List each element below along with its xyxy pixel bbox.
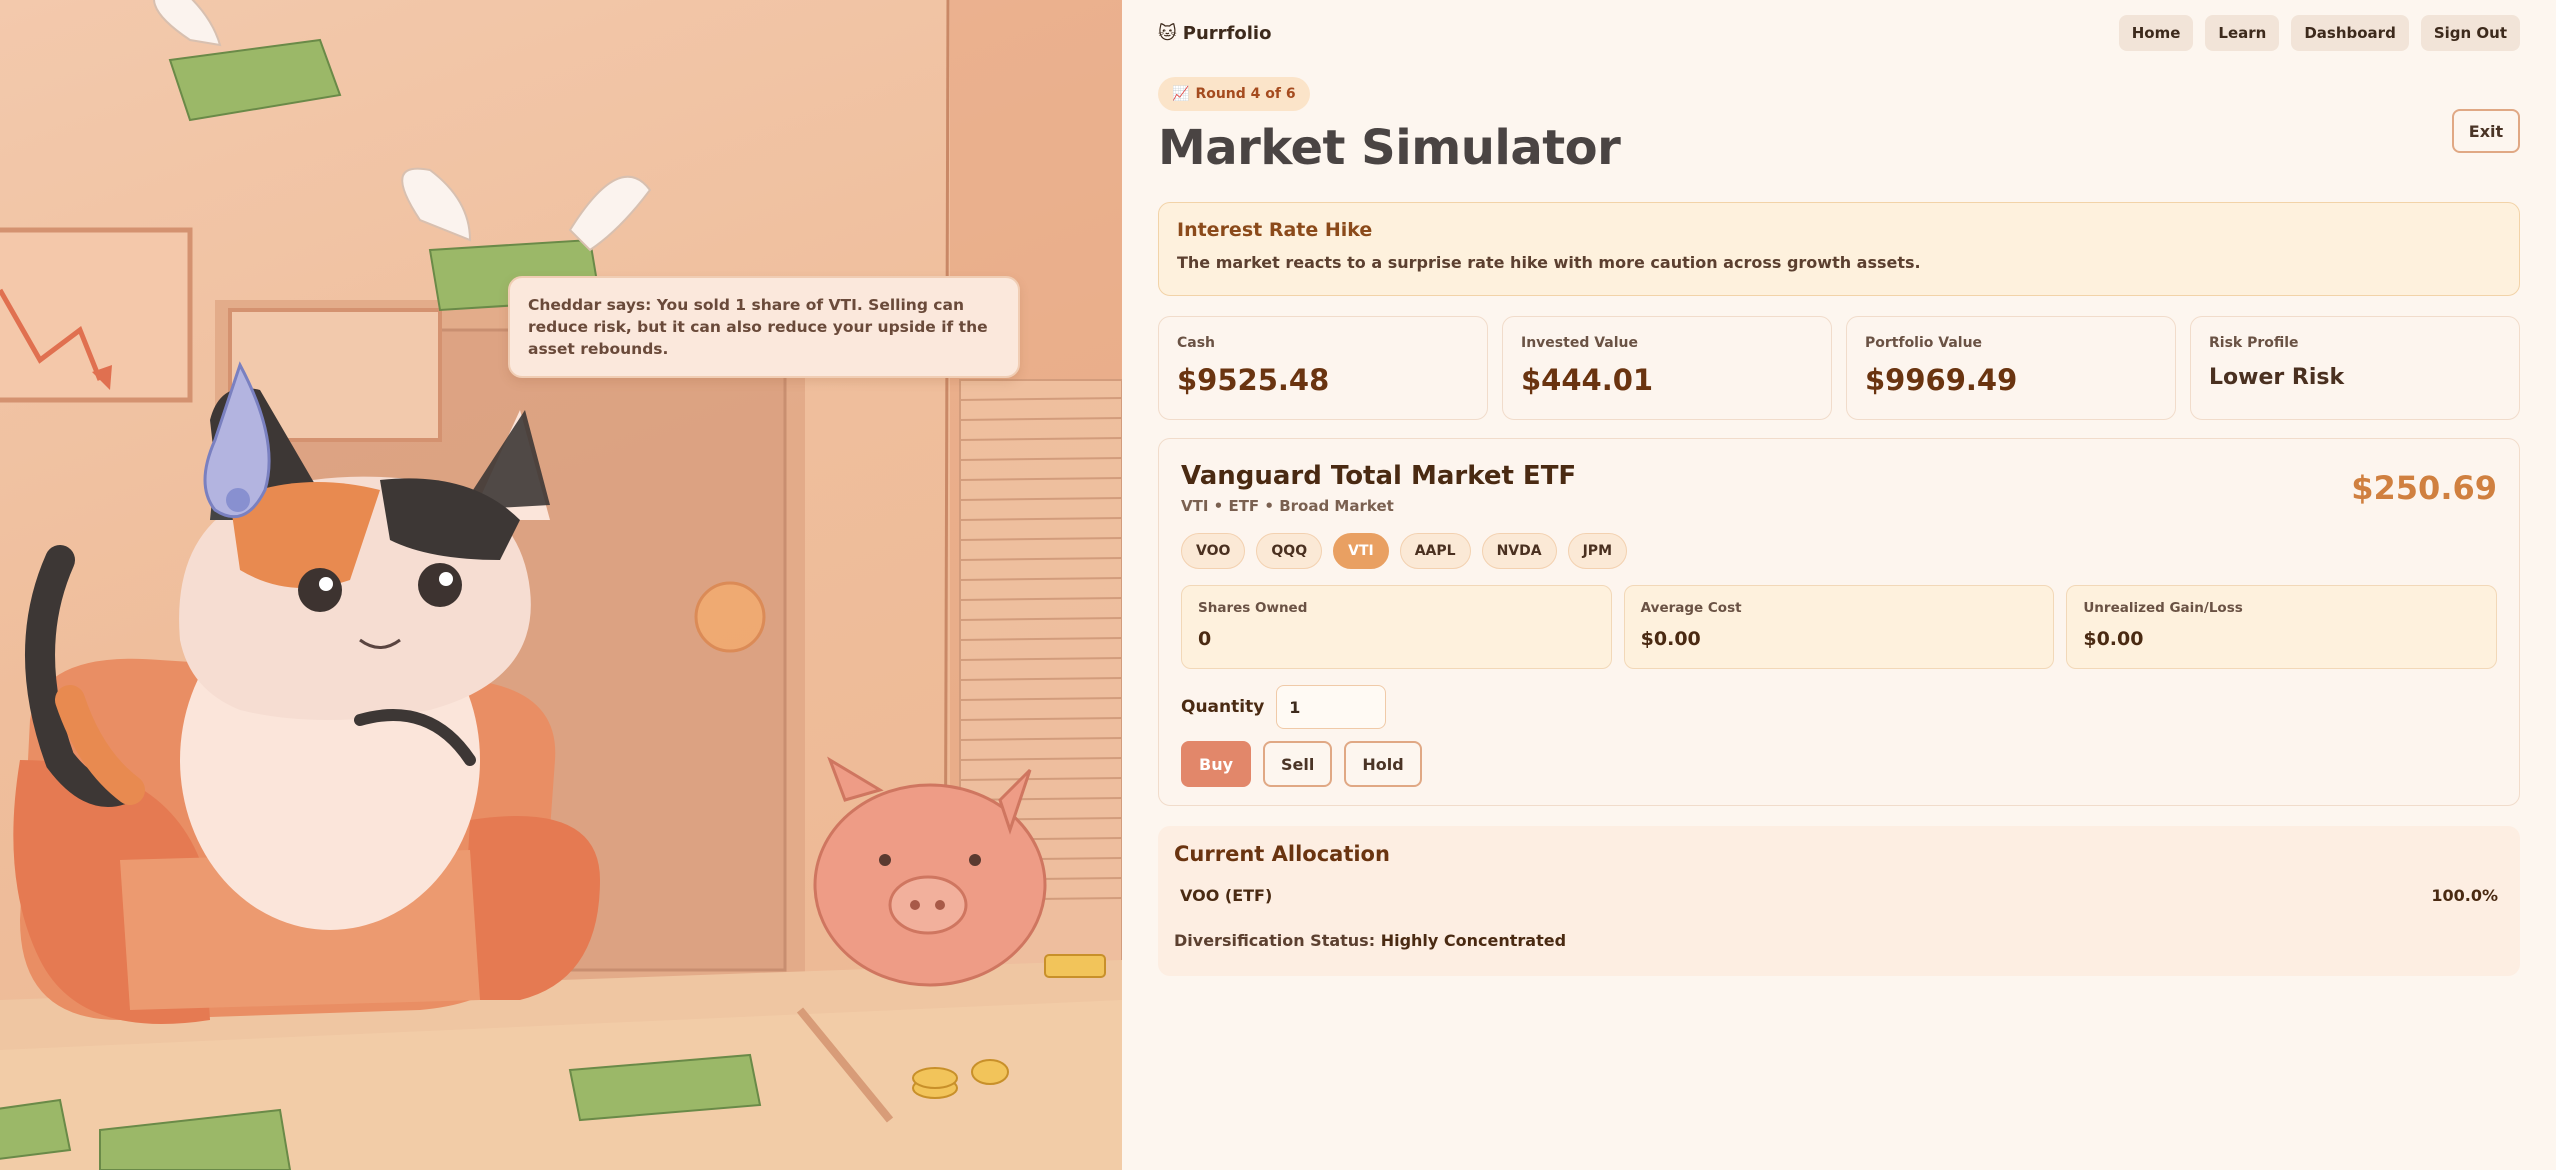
stat-portfolio-value: Portfolio Value $9969.49 <box>1846 316 2176 420</box>
asset-name: Vanguard Total Market ETF <box>1181 461 1577 491</box>
stat-label: Portfolio Value <box>1865 335 1983 351</box>
average-cost-box: Average Cost $0.00 <box>1623 585 2055 669</box>
shares-owned-box: Shares Owned 0 <box>1181 585 1612 669</box>
diversification-value: Highly Concentrated <box>1380 931 1567 950</box>
ticker-qqq[interactable]: QQQ <box>1256 533 1323 569</box>
allocation-asset: VOO (ETF) <box>1180 886 1273 905</box>
ticker-voo[interactable]: VOO <box>1181 533 1246 569</box>
holding-label: Average Cost <box>1640 600 1742 616</box>
game-scene-illustration: Cheddar says: You sold 1 share of VTI. S… <box>0 0 1122 1170</box>
hold-button[interactable]: Hold <box>1344 741 1422 787</box>
speech-bubble: Cheddar says: You sold 1 share of VTI. S… <box>508 276 1020 378</box>
wall-chart-frame <box>0 227 193 403</box>
asset-price: $250.69 <box>2351 469 2497 507</box>
holding-label: Shares Owned <box>1198 600 1308 616</box>
holdings-summary: Shares Owned 0 Average Cost $0.00 Unreal… <box>1181 585 2498 669</box>
nav-dashboard-button[interactable]: Dashboard <box>2291 15 2409 51</box>
asset-trade-card: Vanguard Total Market ETF VTI • ETF • Br… <box>1158 438 2520 806</box>
event-description: The market reacts to a surprise rate hik… <box>1177 253 1921 272</box>
sell-button[interactable]: Sell <box>1263 741 1333 787</box>
asset-meta: VTI • ETF • Broad Market <box>1181 497 1394 515</box>
quantity-input[interactable] <box>1276 685 1387 729</box>
trade-actions: Buy Sell Hold <box>1181 741 2497 787</box>
stat-invested-value: Invested Value $444.01 <box>1502 316 1832 420</box>
allocation-row: VOO (ETF) 100.0% <box>1174 886 2504 905</box>
quantity-label: Quantity <box>1181 697 1265 717</box>
nav-home-button[interactable]: Home <box>2118 15 2194 51</box>
room-illustration <box>0 0 1122 1170</box>
unrealized-gain-box: Unrealized Gain/Loss $0.00 <box>2066 585 2498 669</box>
page-title: Market Simulator <box>1158 120 1621 176</box>
ticker-aapl[interactable]: AAPL <box>1399 533 1471 569</box>
stat-value: Lower Risk <box>2209 365 2345 390</box>
round-label: Round 4 of 6 <box>1195 86 1296 102</box>
stat-label: Invested Value <box>1521 335 1638 351</box>
simulator-panel: 🐱 Purrfolio Home Learn Dashboard Sign Ou… <box>1122 0 2556 1170</box>
ticker-jpm[interactable]: JPM <box>1567 533 1627 569</box>
brand-logo[interactable]: 🐱 Purrfolio <box>1158 23 1271 44</box>
event-title: Interest Rate Hike <box>1177 219 1373 241</box>
ticker-nvda[interactable]: NVDA <box>1481 533 1557 569</box>
stat-label: Risk Profile <box>2209 335 2299 351</box>
stat-label: Cash <box>1177 335 1216 351</box>
nav-sign-out-button[interactable]: Sign Out <box>2420 15 2520 51</box>
buy-button[interactable]: Buy <box>1181 741 1252 787</box>
ticker-vti[interactable]: VTI <box>1333 533 1389 569</box>
exit-button[interactable]: Exit <box>2452 109 2520 153</box>
stat-value: $9525.48 <box>1177 363 1330 397</box>
cat-face-icon: 🐱 <box>1158 22 1177 44</box>
holding-value: $0.00 <box>1640 628 1701 650</box>
diversification-status: Diversification Status: Highly Concentra… <box>1174 931 2504 950</box>
portfolio-stats: Cash $9525.48 Invested Value $444.01 Por… <box>1158 316 2520 420</box>
stat-value: $9969.49 <box>1865 363 2018 397</box>
market-event-card: Interest Rate Hike The market reacts to … <box>1158 202 2520 296</box>
diversification-label: Diversification Status: <box>1174 931 1376 950</box>
allocation-title: Current Allocation <box>1174 842 1390 866</box>
nav-learn-button[interactable]: Learn <box>2205 15 2280 51</box>
holding-value: $0.00 <box>2083 628 2144 650</box>
holding-label: Unrealized Gain/Loss <box>2083 600 2243 616</box>
brand-name: Purrfolio <box>1182 22 1272 44</box>
ticker-selector: VOO QQQ VTI AAPL NVDA JPM <box>1181 533 2497 569</box>
stat-risk-profile: Risk Profile Lower Risk <box>2190 316 2520 420</box>
quantity-row: Quantity <box>1181 685 2497 729</box>
allocation-percent: 100.0% <box>2431 886 2498 905</box>
round-badge: 📈 Round 4 of 6 <box>1158 77 1310 111</box>
stat-value: $444.01 <box>1521 363 1654 397</box>
chart-up-icon: 📈 <box>1172 86 1190 102</box>
holding-value: 0 <box>1198 628 1212 650</box>
allocation-card: Current Allocation VOO (ETF) 100.0% Dive… <box>1158 826 2520 976</box>
piggy-bank <box>813 756 1047 987</box>
flying-money-wings <box>153 0 652 252</box>
stat-cash: Cash $9525.48 <box>1158 316 1488 420</box>
top-navbar: 🐱 Purrfolio Home Learn Dashboard Sign Ou… <box>1158 15 2520 51</box>
nav-links: Home Learn Dashboard Sign Out <box>2118 15 2520 51</box>
